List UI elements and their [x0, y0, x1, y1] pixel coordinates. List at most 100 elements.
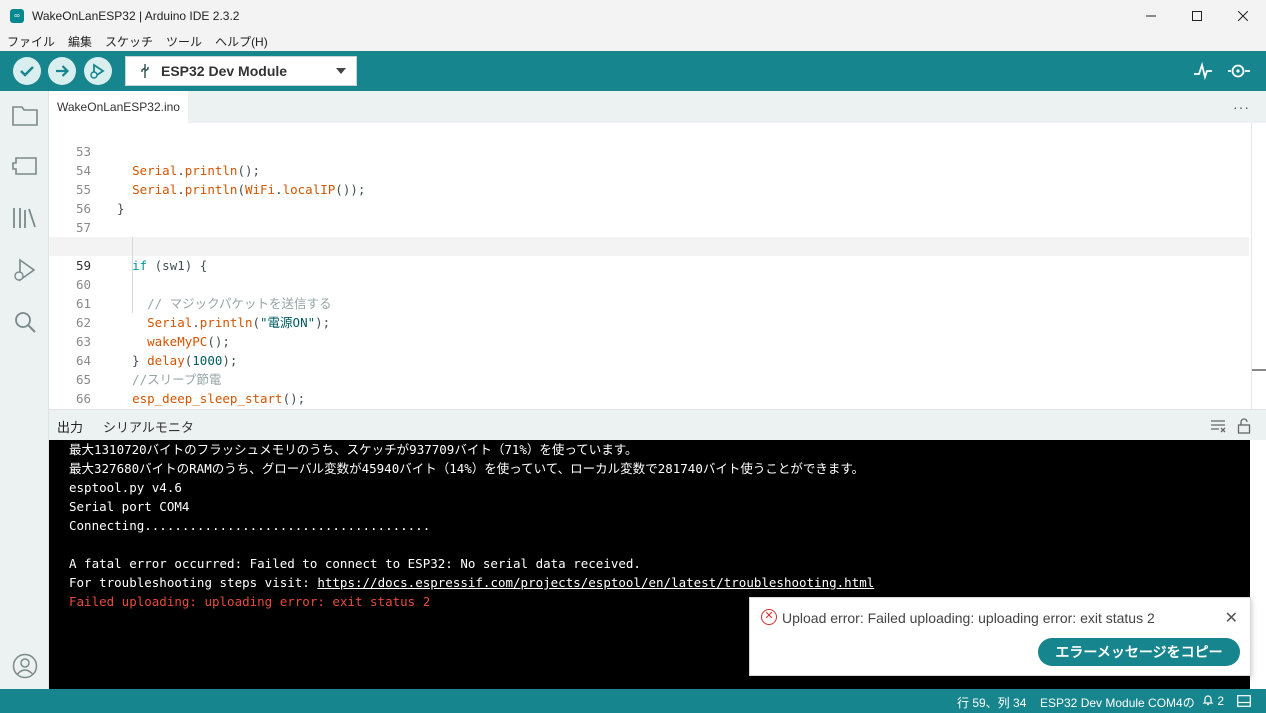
- minimize-icon: [1146, 15, 1156, 17]
- verify-button[interactable]: [13, 57, 41, 85]
- console-line: Serial port COM4: [69, 499, 190, 514]
- library-manager-button[interactable]: [11, 204, 39, 232]
- console-line: 最大327680バイトのRAMのうち、グローバル変数が45940バイト（14%）…: [69, 461, 865, 476]
- plotter-icon: [1194, 62, 1212, 80]
- debug-icon: [90, 63, 105, 79]
- notifications-indicator[interactable]: 2: [1202, 694, 1224, 708]
- scroll-lock-button[interactable]: [1236, 418, 1252, 434]
- chevron-down-icon: [336, 68, 346, 74]
- editor-tab-bar: WakeOnLanESP32.ino ···: [49, 91, 1266, 123]
- menu-file[interactable]: ファイル: [7, 33, 55, 50]
- user-icon: [12, 653, 38, 679]
- notification-count: 2: [1217, 694, 1225, 708]
- tab-label: WakeOnLanESP32.ino: [57, 100, 180, 114]
- upload-button[interactable]: [48, 57, 76, 85]
- search-icon: [15, 312, 36, 333]
- menu-sketch[interactable]: スケッチ: [105, 33, 153, 50]
- boards-manager-button[interactable]: [11, 152, 39, 180]
- code-line: 53 Serial.println();: [49, 123, 1249, 178]
- code-line: 61 wakeMyPC();: [49, 275, 1249, 349]
- unlock-icon: [1237, 418, 1251, 434]
- copy-error-button[interactable]: エラーメッセージをコピー: [1038, 638, 1240, 666]
- console-text: For troubleshooting steps visit:: [69, 575, 318, 590]
- serial-monitor-button[interactable]: [1227, 60, 1251, 82]
- code-line: 62 delay(1000);: [49, 294, 1249, 368]
- debug-panel-button[interactable]: [11, 256, 39, 284]
- menu-help[interactable]: ヘルプ(H): [215, 33, 268, 50]
- console-line: esptool.py v4.6: [69, 480, 182, 495]
- code-line: 56: [49, 180, 1249, 216]
- arrow-right-icon: [56, 65, 70, 77]
- indent-guide: [132, 294, 133, 313]
- console-line: Connecting..............................…: [69, 518, 431, 533]
- clear-output-button[interactable]: [1210, 418, 1226, 434]
- serial-plotter-button[interactable]: [1191, 60, 1215, 82]
- code-line-current: 59 // マジックパケットを送信する: [49, 237, 1249, 311]
- upload-error-notification: ✕ Upload error: Failed uploading: upload…: [749, 597, 1251, 676]
- clear-list-icon: [1211, 420, 1226, 433]
- console-line: 最大1310720バイトのフラッシュメモリのうち、スケッチが937709バイト（…: [69, 442, 638, 457]
- code-line: 67: [49, 389, 1249, 408]
- check-icon: [20, 66, 34, 77]
- indent-guide: [132, 237, 133, 256]
- troubleshooting-link[interactable]: https://docs.espressif.com/projects/espt…: [317, 575, 874, 590]
- error-circle-icon: ✕: [761, 609, 777, 625]
- code-line: 64 //スリープ節電: [49, 332, 1249, 387]
- title-bar: ∞ WakeOnLanESP32 | Arduino IDE 2.3.2: [0, 0, 1266, 32]
- notification-message: Upload error: Failed uploading: uploadin…: [782, 610, 1155, 626]
- activity-sidebar: [0, 91, 49, 689]
- close-notification-button[interactable]: ✕: [1225, 608, 1238, 628]
- menu-bar: ファイル 編集 スケッチ ツール ヘルプ(H): [0, 32, 1266, 51]
- toggle-panel-button[interactable]: [1237, 695, 1251, 710]
- arduino-logo-icon: ∞: [10, 9, 24, 23]
- window-controls: [1128, 0, 1266, 32]
- more-actions-button[interactable]: ···: [1233, 99, 1250, 115]
- overview-ruler-mark: [1252, 369, 1266, 371]
- code-line: 65 esp_deep_sleep_start();: [49, 351, 1249, 406]
- code-line: 57 void loop() {: [49, 199, 1249, 254]
- console-line: A fatal error occurred: Failed to connec…: [69, 556, 641, 571]
- status-bar: 行 59、列 34 ESP32 Dev Module COM4の 2: [0, 689, 1266, 713]
- menu-edit[interactable]: 編集: [68, 33, 92, 50]
- debug-play-icon: [14, 258, 36, 282]
- indent-guide: [132, 275, 133, 294]
- code-editor[interactable]: 53 Serial.println(); 54 Serial.println(W…: [49, 123, 1266, 409]
- board-selector[interactable]: ESP32 Dev Module: [125, 56, 357, 86]
- code-line: 58 if (sw1) {: [49, 218, 1249, 273]
- console-error-line: Failed uploading: uploading error: exit …: [69, 594, 431, 609]
- code-line: 55 }: [49, 161, 1249, 216]
- indent-guide: [132, 256, 133, 275]
- window-title: WakeOnLanESP32 | Arduino IDE 2.3.2: [32, 9, 240, 23]
- code-line: 66 }: [49, 370, 1249, 406]
- bell-icon: [1202, 695, 1214, 706]
- usb-icon: [141, 64, 149, 78]
- panel-icon: [1237, 695, 1251, 707]
- menu-tools[interactable]: ツール: [166, 33, 202, 50]
- editor-scrollbar[interactable]: [1251, 123, 1252, 409]
- debug-button[interactable]: [84, 57, 112, 85]
- library-icon: [13, 208, 36, 228]
- board-icon: [12, 157, 37, 175]
- board-name: ESP32 Dev Module: [161, 63, 288, 79]
- code-line: 60 Serial.println("電源ON");: [49, 256, 1249, 330]
- code-line: 54 Serial.println(WiFi.localIP());: [49, 142, 1249, 197]
- tab-serial-monitor[interactable]: シリアルモニタ: [103, 417, 194, 436]
- output-panel-header: 出力 シリアルモニタ: [49, 409, 1266, 440]
- account-button[interactable]: [11, 652, 39, 680]
- tab-sketch-file[interactable]: WakeOnLanESP32.ino: [49, 91, 188, 123]
- console-line: For troubleshooting steps visit: https:/…: [69, 573, 874, 592]
- code-line: 63 }: [49, 313, 1249, 368]
- minimize-button[interactable]: [1128, 0, 1174, 32]
- close-window-button[interactable]: [1220, 0, 1266, 32]
- console-scrollbar[interactable]: [1250, 440, 1266, 689]
- toolbar: ESP32 Dev Module: [0, 51, 1266, 91]
- folder-icon: [12, 106, 38, 126]
- tab-output[interactable]: 出力: [57, 417, 83, 436]
- maximize-icon: [1192, 11, 1202, 21]
- sketchbook-button[interactable]: [11, 101, 39, 129]
- cursor-position[interactable]: 行 59、列 34: [957, 694, 1026, 711]
- serial-monitor-icon: [1228, 64, 1250, 78]
- board-port-status[interactable]: ESP32 Dev Module COM4の: [1040, 694, 1195, 711]
- search-button[interactable]: [11, 308, 39, 336]
- maximize-button[interactable]: [1174, 0, 1220, 32]
